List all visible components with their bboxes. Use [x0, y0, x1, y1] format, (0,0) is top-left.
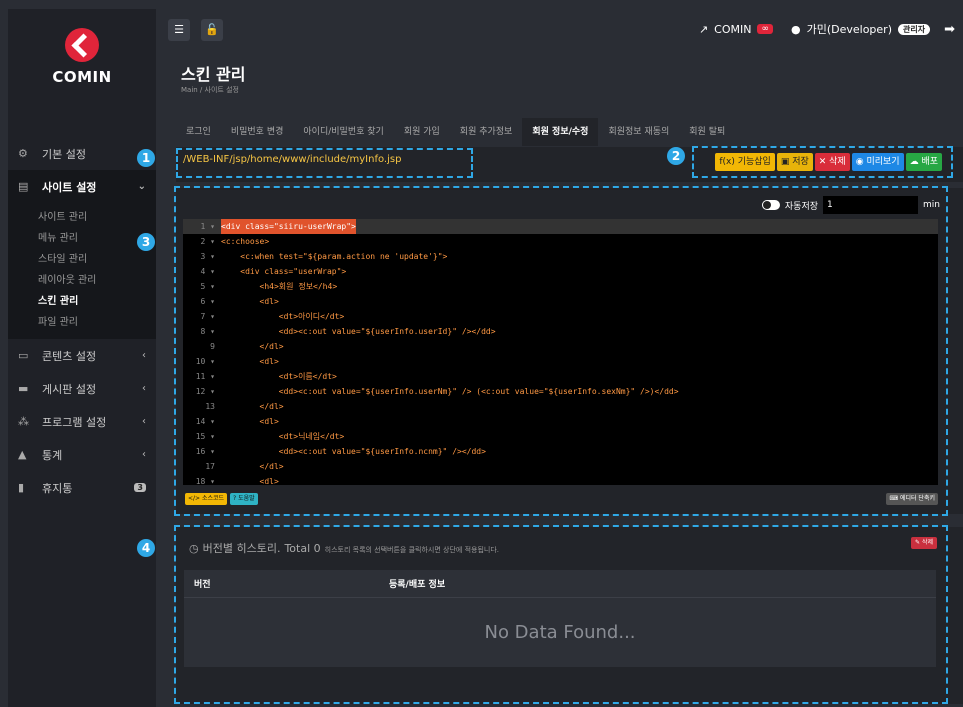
chevron-left-icon: ‹ [142, 350, 146, 361]
tab-join[interactable]: 회원 가입 [394, 118, 450, 146]
lock-icon: 🔓 [205, 23, 219, 36]
list-icon: ☰ [174, 23, 184, 36]
sidebar-item-content[interactable]: ▭ 콘텐츠 설정 ‹ [8, 339, 156, 372]
tab-password-change[interactable]: 비밀번호 변경 [221, 118, 294, 146]
side-menu: ⚙ 기본 설정 ▤ 사이트 설정 ⌄ 사이트 관리 메뉴 관리 스타일 관리 레이아웃… [8, 137, 156, 504]
logout-icon[interactable]: ➡ [944, 22, 955, 37]
trash-icon: ▮ [18, 481, 25, 494]
role-badge: 관리자 [898, 23, 931, 35]
link-icon[interactable]: ∞ [757, 24, 773, 34]
submenu: 사이트 관리 메뉴 관리 스타일 관리 레이아웃 관리 스킨 관리 파일 관리 [8, 203, 156, 339]
sidebar-item-site[interactable]: ▤ 사이트 설정 ⌄ [8, 170, 156, 203]
highlight-box-2 [692, 146, 953, 178]
top-right: ↗ COMIN ∞ ● 가민(Developer) 관리자 ➡ [699, 21, 955, 37]
breadcrumb: Main / 사이트 설정 [181, 86, 239, 94]
chevron-left-icon: ‹ [142, 383, 146, 394]
sidebar-item-label: 통계 [42, 448, 63, 462]
highlight-box-4 [174, 525, 948, 704]
gear-icon: ⚙ [18, 147, 28, 160]
page-title: 스킨 관리 [181, 65, 246, 84]
sidebar-item-label: 휴지통 [42, 481, 73, 495]
chevron-left-icon: ‹ [142, 449, 146, 460]
sidebar-item-label: 콘텐츠 설정 [42, 349, 97, 363]
user-name[interactable]: 가민(Developer) [807, 21, 892, 37]
board-icon: ▬ [18, 382, 29, 395]
program-icon: ⁂ [18, 415, 29, 428]
sidebar-item-program[interactable]: ⁂ 프로그램 설정 ‹ [8, 405, 156, 438]
submenu-item[interactable]: 메뉴 관리 [8, 228, 156, 249]
sidebar-item-label: 사이트 설정 [42, 180, 97, 194]
submenu-item-skin[interactable]: 스킨 관리 [8, 291, 156, 312]
submenu-item[interactable]: 스타일 관리 [8, 249, 156, 270]
tab-login[interactable]: 로그인 [176, 118, 221, 146]
tabs: 로그인 비밀번호 변경 아이디/비밀번호 찾기 회원 가입 회원 추가정보 회원… [176, 118, 735, 146]
site-link[interactable]: COMIN [714, 23, 751, 36]
tab-member-info[interactable]: 회원 정보/수정 [522, 118, 599, 146]
tab-find-account[interactable]: 아이디/비밀번호 찾기 [293, 118, 393, 146]
highlight-box-3 [174, 186, 948, 516]
sidebar-item-stats[interactable]: ▲ 통계 ‹ [8, 438, 156, 471]
sidebar-item-label: 게시판 설정 [42, 382, 97, 396]
logo-text: COMIN [52, 68, 112, 86]
marker-4: 4 [137, 539, 155, 557]
submenu-item[interactable]: 레이아웃 관리 [8, 270, 156, 291]
sidebar-item-trash[interactable]: ▮ 휴지통 3 [8, 471, 156, 504]
chevron-left-icon: ‹ [142, 416, 146, 427]
menu-toggle-button[interactable]: ☰ [168, 19, 190, 41]
trash-count-badge: 3 [134, 483, 146, 492]
highlight-box-1 [176, 148, 473, 178]
site-icon: ▤ [18, 180, 29, 193]
content-icon: ▭ [18, 349, 29, 362]
logo-icon [65, 28, 99, 62]
marker-2: 2 [667, 147, 685, 165]
chevron-down-icon: ⌄ [137, 181, 146, 192]
tab-extra-info[interactable]: 회원 추가정보 [450, 118, 523, 146]
submenu-item[interactable]: 사이트 관리 [8, 207, 156, 228]
tab-withdraw[interactable]: 회원 탈퇴 [679, 118, 735, 146]
chart-icon: ▲ [18, 448, 27, 461]
marker-1: 1 [137, 149, 155, 167]
tab-reconsent[interactable]: 회원정보 재동의 [598, 118, 679, 146]
user-icon: ● [790, 22, 801, 36]
sidebar-item-basic[interactable]: ⚙ 기본 설정 [8, 137, 156, 170]
sidebar-item-label: 기본 설정 [42, 147, 86, 161]
sidebar-item-board[interactable]: ▬ 게시판 설정 ‹ [8, 372, 156, 405]
external-link-icon: ↗ [698, 22, 709, 36]
logo[interactable]: COMIN [8, 9, 156, 105]
lock-button[interactable]: 🔓 [201, 19, 223, 41]
submenu-item[interactable]: 파일 관리 [8, 312, 156, 333]
topbar: ☰ 🔓 ↗ COMIN ∞ ● 가민(Developer) 관리자 ➡ [156, 9, 963, 45]
sidebar-item-label: 프로그램 설정 [42, 415, 107, 429]
marker-3: 3 [137, 233, 155, 251]
